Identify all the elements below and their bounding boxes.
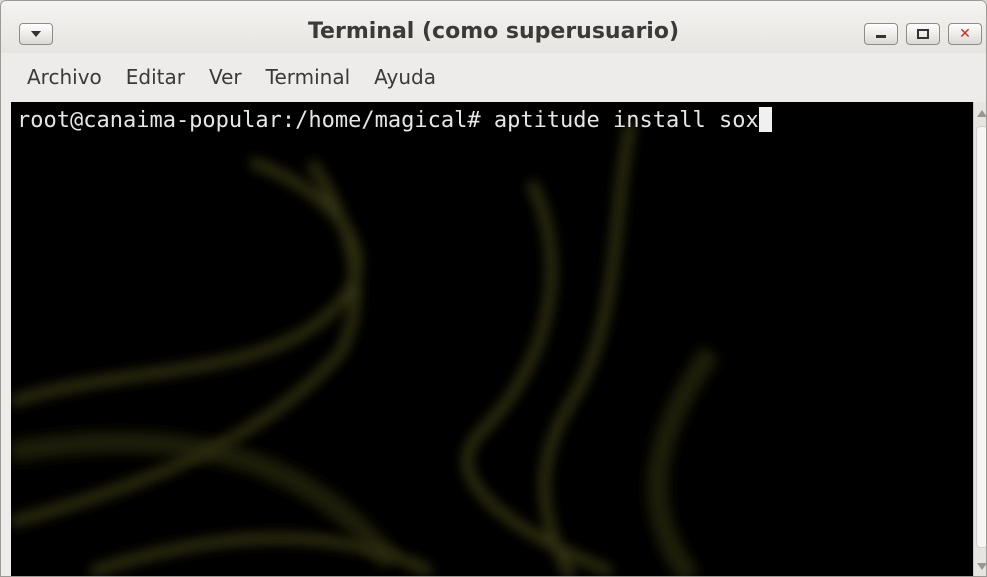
- minimize-button[interactable]: [864, 23, 898, 45]
- minimize-icon: [876, 34, 886, 38]
- close-button[interactable]: ✕: [948, 23, 982, 45]
- menu-ver[interactable]: Ver: [197, 65, 254, 89]
- terminal-window: Terminal (como superusuario) ✕ Archivo E…: [0, 0, 987, 577]
- shell-prompt: root@canaima-popular:/home/magical#: [17, 108, 494, 133]
- typed-command: aptitude install sox: [493, 108, 759, 133]
- menu-ayuda[interactable]: Ayuda: [362, 65, 448, 89]
- title-bar[interactable]: Terminal (como superusuario) ✕: [1, 1, 986, 53]
- maximize-button[interactable]: [906, 23, 940, 45]
- menu-archivo[interactable]: Archivo: [1, 65, 114, 89]
- window-title: Terminal (como superusuario): [307, 19, 680, 44]
- scrollbar-thumb[interactable]: [976, 126, 986, 548]
- vertical-scrollbar[interactable]: [973, 102, 986, 576]
- text-cursor: [758, 107, 772, 132]
- scroll-down-icon[interactable]: [977, 563, 986, 570]
- maximize-icon: [917, 29, 929, 39]
- terminal-area[interactable]: root@canaima-popular:/home/magical# apti…: [11, 102, 973, 576]
- close-icon: ✕: [959, 26, 971, 42]
- menu-terminal[interactable]: Terminal: [254, 65, 363, 89]
- scroll-up-icon[interactable]: [977, 110, 986, 117]
- terminal-background-image: [11, 121, 720, 576]
- command-line[interactable]: root@canaima-popular:/home/magical# apti…: [17, 106, 772, 136]
- menu-bar: Archivo Editar Ver Terminal Ayuda: [1, 58, 986, 96]
- menu-editar[interactable]: Editar: [114, 65, 197, 89]
